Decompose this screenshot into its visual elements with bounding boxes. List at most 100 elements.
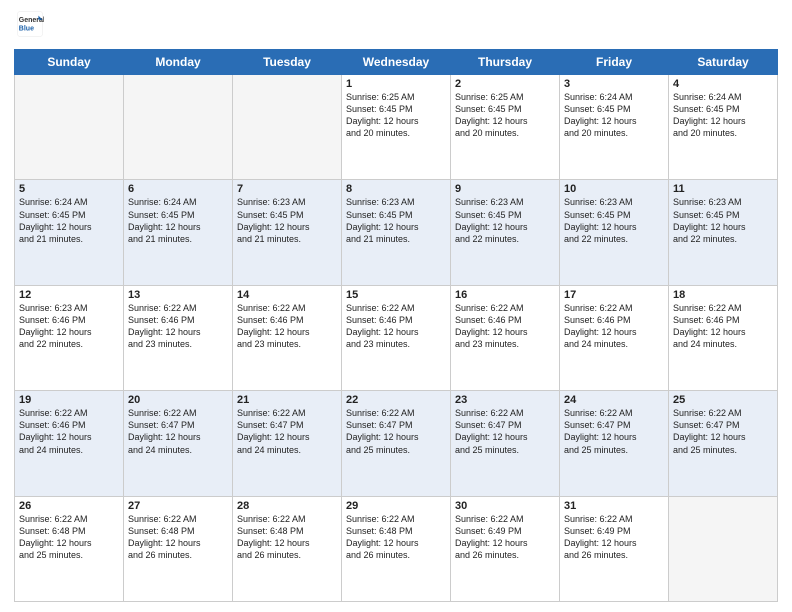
calendar-cell: 12Sunrise: 6:23 AM Sunset: 6:46 PM Dayli… [15,285,124,390]
cell-content: Sunrise: 6:22 AM Sunset: 6:46 PM Dayligh… [346,302,446,351]
weekday-header-saturday: Saturday [669,50,778,75]
calendar-cell: 9Sunrise: 6:23 AM Sunset: 6:45 PM Daylig… [451,180,560,285]
day-number: 25 [673,394,773,406]
cell-content: Sunrise: 6:22 AM Sunset: 6:48 PM Dayligh… [128,513,228,562]
cell-content: Sunrise: 6:22 AM Sunset: 6:48 PM Dayligh… [346,513,446,562]
day-number: 16 [455,289,555,301]
cell-content: Sunrise: 6:22 AM Sunset: 6:49 PM Dayligh… [455,513,555,562]
day-number: 15 [346,289,446,301]
calendar-row-1: 1 Sunrise: 6:25 AM Sunset: 6:45 PM Daylig… [15,75,778,180]
cell-content: Sunrise: 6:25 AM Sunset: 6:45 PM Dayligh… [455,91,555,140]
calendar-cell: 27Sunrise: 6:22 AM Sunset: 6:48 PM Dayli… [124,496,233,601]
calendar-cell [233,75,342,180]
day-number: 13 [128,289,228,301]
day-number: 9 [455,183,555,195]
day-number: 14 [237,289,337,301]
cell-content: Sunrise: 6:22 AM Sunset: 6:47 PM Dayligh… [455,407,555,456]
calendar-cell: 31Sunrise: 6:22 AM Sunset: 6:49 PM Dayli… [560,496,669,601]
weekday-header-thursday: Thursday [451,50,560,75]
day-number: 31 [564,500,664,512]
cell-content: Sunrise: 6:22 AM Sunset: 6:48 PM Dayligh… [237,513,337,562]
calendar-cell: 23Sunrise: 6:22 AM Sunset: 6:47 PM Dayli… [451,391,560,496]
calendar-cell: 4Sunrise: 6:24 AM Sunset: 6:45 PM Daylig… [669,75,778,180]
calendar-cell: 22Sunrise: 6:22 AM Sunset: 6:47 PM Dayli… [342,391,451,496]
cell-content: Sunrise: 6:23 AM Sunset: 6:45 PM Dayligh… [455,196,555,245]
calendar-cell: 14Sunrise: 6:22 AM Sunset: 6:46 PM Dayli… [233,285,342,390]
weekday-header-wednesday: Wednesday [342,50,451,75]
day-number: 22 [346,394,446,406]
calendar-cell [669,496,778,601]
header: General Blue [14,10,778,43]
calendar-cell [124,75,233,180]
page: General Blue SundayMondayTuesdayWednesda… [0,0,792,612]
day-number: 1 [346,78,446,90]
calendar-cell: 2Sunrise: 6:25 AM Sunset: 6:45 PM Daylig… [451,75,560,180]
calendar-cell: 18Sunrise: 6:22 AM Sunset: 6:46 PM Dayli… [669,285,778,390]
calendar-row-3: 12Sunrise: 6:23 AM Sunset: 6:46 PM Dayli… [15,285,778,390]
calendar-cell: 24Sunrise: 6:22 AM Sunset: 6:47 PM Dayli… [560,391,669,496]
calendar-cell: 19Sunrise: 6:22 AM Sunset: 6:46 PM Dayli… [15,391,124,496]
day-number: 19 [19,394,119,406]
calendar-cell: 25Sunrise: 6:22 AM Sunset: 6:47 PM Dayli… [669,391,778,496]
day-number: 4 [673,78,773,90]
cell-content: Sunrise: 6:24 AM Sunset: 6:45 PM Dayligh… [564,91,664,140]
calendar-cell: 29Sunrise: 6:22 AM Sunset: 6:48 PM Dayli… [342,496,451,601]
cell-content: Sunrise: 6:22 AM Sunset: 6:49 PM Dayligh… [564,513,664,562]
calendar-cell: 28Sunrise: 6:22 AM Sunset: 6:48 PM Dayli… [233,496,342,601]
calendar-cell: 11Sunrise: 6:23 AM Sunset: 6:45 PM Dayli… [669,180,778,285]
cell-content: Sunrise: 6:22 AM Sunset: 6:47 PM Dayligh… [673,407,773,456]
day-number: 21 [237,394,337,406]
calendar-cell: 16Sunrise: 6:22 AM Sunset: 6:46 PM Dayli… [451,285,560,390]
day-number: 20 [128,394,228,406]
calendar-cell: 21Sunrise: 6:22 AM Sunset: 6:47 PM Dayli… [233,391,342,496]
cell-content: Sunrise: 6:24 AM Sunset: 6:45 PM Dayligh… [673,91,773,140]
calendar-cell: 7Sunrise: 6:23 AM Sunset: 6:45 PM Daylig… [233,180,342,285]
calendar-cell: 10Sunrise: 6:23 AM Sunset: 6:45 PM Dayli… [560,180,669,285]
weekday-header-tuesday: Tuesday [233,50,342,75]
cell-content: Sunrise: 6:22 AM Sunset: 6:46 PM Dayligh… [455,302,555,351]
calendar-cell: 15Sunrise: 6:22 AM Sunset: 6:46 PM Dayli… [342,285,451,390]
cell-content: Sunrise: 6:24 AM Sunset: 6:45 PM Dayligh… [19,196,119,245]
calendar-cell: 3Sunrise: 6:24 AM Sunset: 6:45 PM Daylig… [560,75,669,180]
calendar-cell: 5Sunrise: 6:24 AM Sunset: 6:45 PM Daylig… [15,180,124,285]
day-number: 30 [455,500,555,512]
calendar-cell: 1Sunrise: 6:25 AM Sunset: 6:45 PM Daylig… [342,75,451,180]
day-number: 6 [128,183,228,195]
calendar-cell: 20Sunrise: 6:22 AM Sunset: 6:47 PM Dayli… [124,391,233,496]
cell-content: Sunrise: 6:23 AM Sunset: 6:45 PM Dayligh… [346,196,446,245]
weekday-header-sunday: Sunday [15,50,124,75]
weekday-header-friday: Friday [560,50,669,75]
cell-content: Sunrise: 6:22 AM Sunset: 6:46 PM Dayligh… [673,302,773,351]
calendar-cell: 8Sunrise: 6:23 AM Sunset: 6:45 PM Daylig… [342,180,451,285]
day-number: 2 [455,78,555,90]
day-number: 27 [128,500,228,512]
day-number: 12 [19,289,119,301]
day-number: 11 [673,183,773,195]
cell-content: Sunrise: 6:23 AM Sunset: 6:45 PM Dayligh… [237,196,337,245]
calendar-cell: 17Sunrise: 6:22 AM Sunset: 6:46 PM Dayli… [560,285,669,390]
calendar-cell [15,75,124,180]
day-number: 7 [237,183,337,195]
calendar-row-2: 5Sunrise: 6:24 AM Sunset: 6:45 PM Daylig… [15,180,778,285]
cell-content: Sunrise: 6:22 AM Sunset: 6:46 PM Dayligh… [19,407,119,456]
logo: General Blue [14,10,44,43]
cell-content: Sunrise: 6:23 AM Sunset: 6:46 PM Dayligh… [19,302,119,351]
weekday-header-monday: Monday [124,50,233,75]
cell-content: Sunrise: 6:22 AM Sunset: 6:47 PM Dayligh… [237,407,337,456]
day-number: 3 [564,78,664,90]
cell-content: Sunrise: 6:24 AM Sunset: 6:45 PM Dayligh… [128,196,228,245]
logo-icon: General Blue [16,10,44,38]
calendar-row-5: 26Sunrise: 6:22 AM Sunset: 6:48 PM Dayli… [15,496,778,601]
day-number: 17 [564,289,664,301]
day-number: 8 [346,183,446,195]
cell-content: Sunrise: 6:23 AM Sunset: 6:45 PM Dayligh… [564,196,664,245]
calendar-cell: 30Sunrise: 6:22 AM Sunset: 6:49 PM Dayli… [451,496,560,601]
svg-text:Blue: Blue [19,25,34,32]
cell-content: Sunrise: 6:23 AM Sunset: 6:45 PM Dayligh… [673,196,773,245]
day-number: 10 [564,183,664,195]
day-number: 29 [346,500,446,512]
cell-content: Sunrise: 6:22 AM Sunset: 6:46 PM Dayligh… [564,302,664,351]
day-number: 24 [564,394,664,406]
calendar-cell: 6Sunrise: 6:24 AM Sunset: 6:45 PM Daylig… [124,180,233,285]
cell-content: Sunrise: 6:22 AM Sunset: 6:46 PM Dayligh… [237,302,337,351]
